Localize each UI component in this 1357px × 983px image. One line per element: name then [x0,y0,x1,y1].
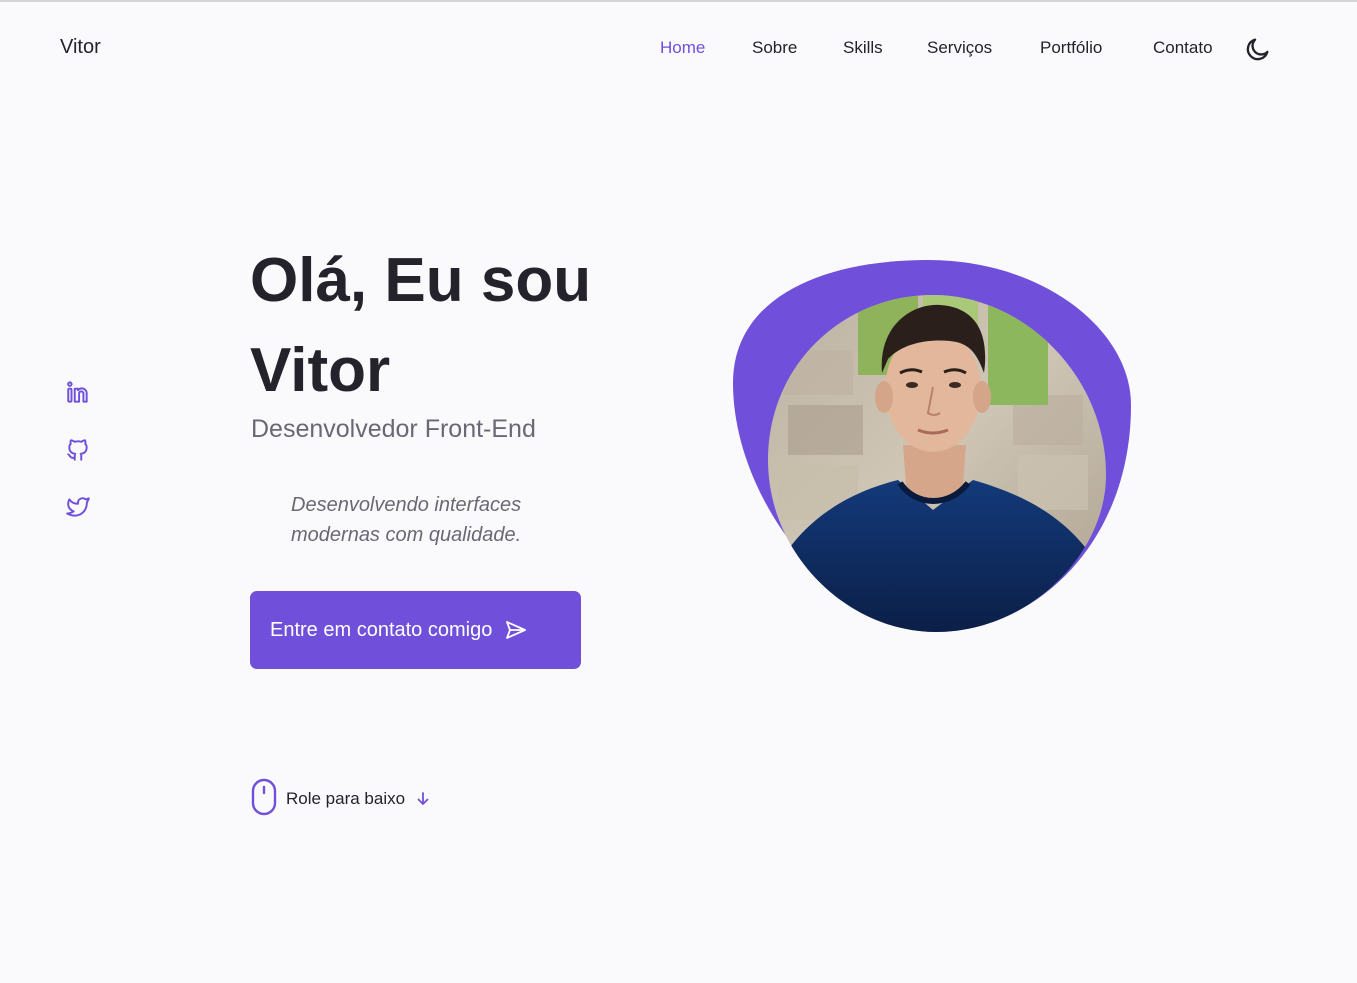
main-nav: Home Sobre Skills Serviços Portfólio Con… [0,38,1357,62]
arrow-down-icon [415,791,431,807]
nav-contato[interactable]: Contato [1153,38,1213,58]
hero-title: Olá, Eu sou Vitor [250,236,670,416]
hero-title-line2: Vitor [250,336,391,405]
nav-skills[interactable]: Skills [843,38,883,58]
profile-photo [733,260,1131,632]
hero-title-line1: Olá, Eu sou [250,246,592,315]
twitter-icon[interactable] [62,491,94,523]
contact-button-label: Entre em contato comigo [270,618,493,641]
hero-description: Desenvolvendo interfaces modernas com qu… [291,494,522,546]
mouse-icon [250,778,278,821]
send-icon [504,618,528,642]
hero-subtitle: Desenvolvedor Front-End [251,415,536,443]
nav-servicos[interactable]: Serviços [927,38,992,58]
github-icon[interactable] [62,434,94,466]
nav-sobre[interactable]: Sobre [752,38,797,58]
moon-icon[interactable] [1244,35,1272,63]
nav-portfolio[interactable]: Portfólio [1040,38,1102,58]
contact-button[interactable]: Entre em contato comigo [250,591,581,669]
linkedin-icon[interactable] [62,377,94,409]
nav-home[interactable]: Home [660,38,705,58]
profile-blob [728,255,1138,640]
site-header: Vitor Home Sobre Skills Serviços Portfól… [0,2,1357,92]
scroll-down-link[interactable]: Role para baixo [250,778,431,821]
scroll-label: Role para baixo [286,789,406,808]
